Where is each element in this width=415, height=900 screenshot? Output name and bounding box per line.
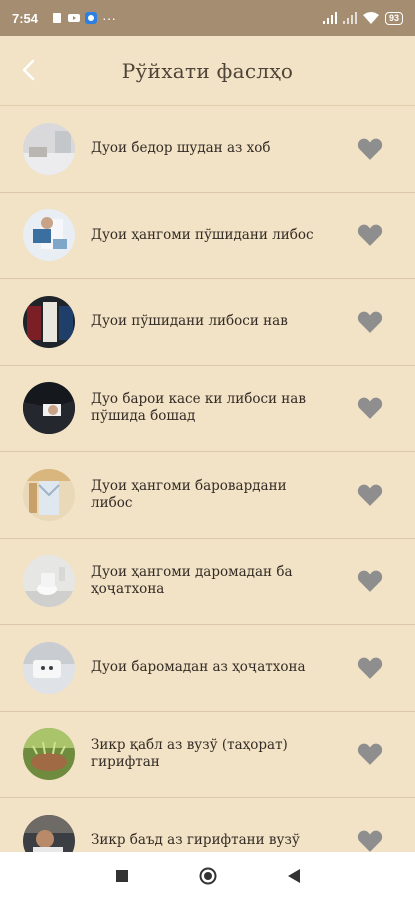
list-item[interactable]: Дуои ҳангоми даромадан ба ҳоҷатхона xyxy=(0,539,415,625)
more-notifications-icon: ··· xyxy=(102,10,117,26)
triangle-back-icon xyxy=(287,869,300,883)
battery-indicator: 93 xyxy=(384,11,403,25)
item-label: Дуои ҳангоми пўшидани либос xyxy=(91,226,314,243)
item-label: Дуои баромадан аз ҳоҷатхона xyxy=(91,659,306,676)
chapter-list: Дуои бедор шудан аз хоб Дуои ҳангоми пўш… xyxy=(0,106,415,852)
file-icon xyxy=(53,13,62,23)
item-thumbnail xyxy=(23,555,75,608)
heart-icon[interactable] xyxy=(357,483,383,507)
heart-icon[interactable] xyxy=(357,829,383,852)
heart-icon[interactable] xyxy=(357,569,383,593)
item-label: Зикр қабл аз вузў (таҳорат) гирифтан xyxy=(91,737,288,771)
item-label: Дуои пўшидани либоси нав xyxy=(91,313,288,330)
back-button[interactable] xyxy=(14,56,42,84)
item-label: Дуои ҳангоми даромадан ба ҳоҷатхона xyxy=(91,564,293,598)
heart-icon[interactable] xyxy=(357,223,383,247)
heart-icon[interactable] xyxy=(357,742,383,766)
youtube-icon xyxy=(68,14,81,22)
item-label: Дуои бедор шудан аз хоб xyxy=(91,140,271,157)
item-label: Дуо барои касе ки либоси нав пўшида боша… xyxy=(91,391,306,425)
heart-icon[interactable] xyxy=(357,310,383,334)
heart-icon[interactable] xyxy=(357,656,383,680)
chevron-left-icon xyxy=(22,59,35,81)
item-thumbnail xyxy=(23,641,75,694)
item-thumbnail xyxy=(23,382,75,435)
list-item[interactable]: Дуои бедор шудан аз хоб xyxy=(0,106,415,193)
item-thumbnail xyxy=(23,468,75,521)
item-thumbnail xyxy=(23,122,75,175)
list-item[interactable]: Дуои ҳангоми пўшидани либос xyxy=(0,193,415,279)
list-item[interactable]: Дуои пўшидани либоси нав xyxy=(0,279,415,366)
app-icon xyxy=(85,12,98,24)
status-bar: 7:54 ··· 93 xyxy=(0,0,415,36)
item-thumbnail xyxy=(23,728,75,781)
item-label: Зикр баъд аз гирифтани вузў xyxy=(91,832,300,849)
signal-icon xyxy=(322,12,337,24)
list-item[interactable]: Дуои ҳангоми баровардани либос xyxy=(0,452,415,539)
wifi-icon xyxy=(362,12,379,24)
status-left: 7:54 ··· xyxy=(12,10,116,26)
back-nav-button[interactable] xyxy=(283,865,305,887)
heart-icon[interactable] xyxy=(357,137,383,161)
signal-icon-2 xyxy=(342,12,357,24)
square-icon xyxy=(115,870,128,882)
item-label: Дуои ҳангоми баровардани либос xyxy=(91,477,287,511)
circle-icon xyxy=(199,867,216,885)
item-thumbnail xyxy=(23,209,75,262)
status-time: 7:54 xyxy=(12,10,39,26)
list-item[interactable]: Зикр қабл аз вузў (таҳорат) гирифтан xyxy=(0,712,415,798)
recents-button[interactable] xyxy=(111,865,133,887)
system-nav-bar xyxy=(0,852,415,900)
status-right: 93 xyxy=(322,11,403,25)
page-title: Рўйхати фаслҳо xyxy=(121,58,294,83)
list-item[interactable]: Дуои баромадан аз ҳоҷатхона xyxy=(0,625,415,712)
item-thumbnail xyxy=(23,295,75,348)
header: Рўйхати фаслҳо xyxy=(0,36,415,106)
item-thumbnail xyxy=(23,814,75,852)
heart-icon[interactable] xyxy=(357,396,383,420)
list-item[interactable]: Зикр баъд аз гирифтани вузў xyxy=(0,798,415,852)
list-item[interactable]: Дуо барои касе ки либоси нав пўшида боша… xyxy=(0,366,415,452)
home-button[interactable] xyxy=(197,865,219,887)
